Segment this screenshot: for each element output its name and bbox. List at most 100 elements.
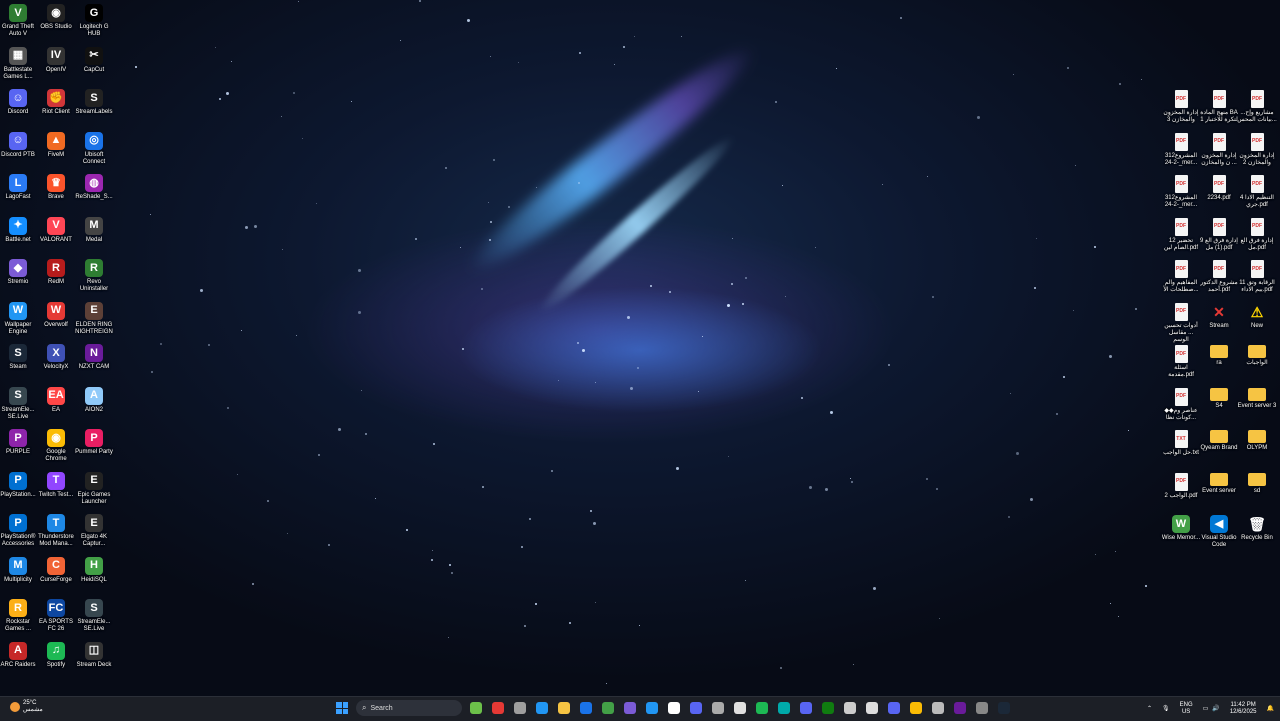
taskbar-app-icon[interactable] (734, 702, 746, 714)
microphone-icon[interactable]: 🎙 (1162, 706, 1170, 713)
taskbar-app-icon[interactable] (866, 702, 878, 714)
desktop-icon[interactable]: PDF مشاريع وإح... بيانات المحس... (1237, 90, 1277, 124)
taskbar-app-icon[interactable] (514, 702, 526, 714)
desktop-icon[interactable]: PDF إدارة المخزون والمخازن 3 (1161, 90, 1201, 124)
desktop-icon[interactable]: PDF المشروع312 -2-24_mer... (1161, 132, 1201, 167)
desktop-icon[interactable]: S StreamLabels (74, 89, 114, 116)
desktop-icon[interactable]: R Revo Uninstaller (74, 259, 114, 293)
desktop-icon[interactable]: ☺ Discord PTB (0, 131, 38, 159)
desktop-icon[interactable]: P Pummel Party (74, 429, 114, 456)
taskbar-app-icon[interactable] (470, 702, 482, 714)
notification-bell-icon[interactable]: 🔔 (1267, 706, 1274, 713)
desktop-icon[interactable]: 🗑 Recycle Bin (1237, 515, 1277, 542)
desktop-icon[interactable]: W Wallpaper Engine (0, 301, 38, 336)
desktop-icon[interactable]: P PlayStation® Accessories (0, 514, 38, 548)
desktop-icon[interactable]: A ARC Raiders (0, 641, 38, 669)
taskbar-app-icon[interactable] (954, 702, 966, 714)
taskbar-app-icon[interactable] (668, 702, 680, 714)
desktop-icon[interactable]: ◎ Ubisoft Connect (74, 131, 114, 166)
weather-widget[interactable]: 25°C مشمس (10, 700, 43, 714)
desktop-icon[interactable]: ✦ Battle.net (0, 216, 38, 244)
desktop-icon[interactable]: ◉ OBS Studio (36, 4, 76, 31)
taskbar-app-icon[interactable] (580, 702, 592, 714)
desktop-icon[interactable]: ▬ الواجبات (1237, 345, 1277, 367)
taskbar-app-icon[interactable] (844, 702, 856, 714)
taskbar-app-icon[interactable] (536, 702, 548, 714)
desktop-icon[interactable]: ◍ ReShade_S... (74, 174, 114, 201)
desktop-icon[interactable]: ▬ sd (1237, 472, 1277, 495)
desktop-icon[interactable]: FC EA SPORTS FC 26 (36, 599, 76, 633)
desktop-icon[interactable]: ✂ CapCut (74, 46, 114, 74)
clock[interactable]: 11:42 PM 12/6/2025 (1230, 702, 1257, 716)
desktop-icon[interactable]: H HeidiSQL (74, 556, 114, 584)
desktop-icon[interactable]: PDF منهج المادة BA لتكرة للاختبار 1 (1199, 90, 1239, 124)
desktop-icon[interactable]: L LagoFast (0, 174, 38, 201)
taskbar-app-icon[interactable] (646, 702, 658, 714)
desktop-icon[interactable]: ▲ FiveM (36, 131, 76, 159)
desktop-icon[interactable]: T Thunderstore Mod Mana... (36, 514, 76, 548)
taskbar-app-icon[interactable] (910, 702, 922, 714)
desktop-icon[interactable]: PDF المشروع312 -2-24_mer... (1161, 175, 1201, 209)
desktop-icon[interactable]: PDF عناصر وم◆◆ كونات نظا... (1161, 387, 1201, 422)
taskbar-app-icon[interactable] (624, 702, 636, 714)
desktop-icon[interactable]: ⚠ New (1237, 303, 1277, 330)
desktop-icon[interactable]: R RedM (36, 259, 76, 286)
desktop-icon[interactable]: ✊ Riot Client (36, 89, 76, 116)
desktop-icon[interactable]: PDF إدارة المخزون ... ن والمخازن (1199, 132, 1239, 167)
desktop-icon[interactable]: EA EA (36, 386, 76, 414)
desktop-icon[interactable]: M Multiplicity (0, 556, 38, 584)
desktop-icon[interactable]: ☺ Discord (0, 89, 38, 116)
desktop-icon[interactable]: ◀ Visual Studio Code (1199, 515, 1239, 549)
desktop-icon[interactable]: ▬ OLYPM (1237, 430, 1277, 452)
desktop-icon[interactable]: M Medal (74, 216, 114, 244)
desktop-icon[interactable]: P PURPLE (0, 429, 38, 456)
desktop-icon[interactable]: ▬ Event server 3 (1237, 387, 1277, 410)
desktop-icon[interactable]: ▦ Battlestate Games L... (0, 46, 38, 81)
taskbar-app-icon[interactable] (778, 702, 790, 714)
taskbar-app-icon[interactable] (888, 702, 900, 714)
desktop-icon[interactable]: ▬ ra (1199, 345, 1239, 367)
volume-icon[interactable]: 🔊 (1212, 706, 1219, 713)
desktop-icon[interactable]: PDF الواجب 2.pdf (1161, 472, 1201, 500)
desktop-icon[interactable]: V VALORANT (36, 216, 76, 244)
taskbar-app-icon[interactable] (932, 702, 944, 714)
desktop-icon[interactable]: TXT حل الواجب.txt (1161, 430, 1201, 457)
desktop-icon[interactable]: T Twitch Test... (36, 471, 76, 499)
desktop-icon[interactable]: PDF اسئلة مقدمة.pdf (1161, 345, 1201, 379)
desktop-icon[interactable]: PDF المفاهيم والم صطلحات الأ... (1161, 260, 1201, 294)
desktop-icon[interactable]: E ELDEN RING NIGHTREIGN (74, 301, 114, 336)
taskbar-app-icon[interactable] (822, 702, 834, 714)
taskbar-app-icon[interactable] (602, 702, 614, 714)
desktop-icon[interactable]: X VelocityX (36, 344, 76, 371)
desktop-icon[interactable]: ◉ Google Chrome (36, 429, 76, 463)
desktop-icon[interactable]: W Overwolf (36, 301, 76, 329)
desktop-icon[interactable]: ▬ Event server (1199, 472, 1239, 495)
desktop-icon[interactable]: ♫ Spotify (36, 641, 76, 669)
desktop-icon[interactable]: PDF التنظيم الادا 4 جري.pdf (1237, 175, 1277, 209)
desktop-icon[interactable]: PDF إدارة فرق الع 9 (1) مل.pdf (1199, 217, 1239, 252)
desktop-icon[interactable]: E Elgato 4K Captur... (74, 514, 114, 548)
desktop-icon[interactable]: PDF 2234.pdf (1199, 175, 1239, 202)
desktop-icon[interactable]: E Epic Games Launcher (74, 471, 114, 506)
desktop-icon[interactable]: PDF إدارة فرق الع مل.pdf (1237, 217, 1277, 252)
desktop-icon[interactable]: G Logitech G HUB (74, 4, 114, 38)
start-button[interactable] (336, 702, 348, 714)
taskbar-app-icon[interactable] (558, 702, 570, 714)
desktop-icon[interactable]: PDF مشروع الدكتور أحمد.pdf (1199, 260, 1239, 294)
taskbar-app-icon[interactable] (756, 702, 768, 714)
taskbar-search[interactable]: ⌕ Search (356, 700, 462, 716)
desktop-icon[interactable]: ♛ Brave (36, 174, 76, 201)
desktop-icon[interactable]: S StreamEle... SE.Live (74, 599, 114, 633)
desktop-icon[interactable]: PDF الرقابة وتق 11 ييم الاداء.pdf (1237, 260, 1277, 294)
desktop-icon[interactable]: V Grand Theft Auto V (0, 4, 38, 38)
desktop-icon[interactable]: IV OpenIV (36, 46, 76, 74)
desktop-icon[interactable]: A AION2 (74, 386, 114, 414)
desktop-icon[interactable]: PDF 12 تحضير الصام لين.pdf (1161, 217, 1201, 252)
taskbar-app-icon[interactable] (690, 702, 702, 714)
desktop-icon[interactable]: S Steam (0, 344, 38, 371)
network-icon[interactable]: ▭ (1203, 706, 1209, 713)
desktop-icon[interactable]: PDF أدوات تحسين ... مقاسل الوسم (1161, 302, 1201, 344)
desktop-icon[interactable]: ◫ Stream Deck (74, 641, 114, 669)
taskbar-app-icon[interactable] (800, 702, 812, 714)
desktop-icon[interactable]: W Wise Memor... (1161, 515, 1201, 542)
